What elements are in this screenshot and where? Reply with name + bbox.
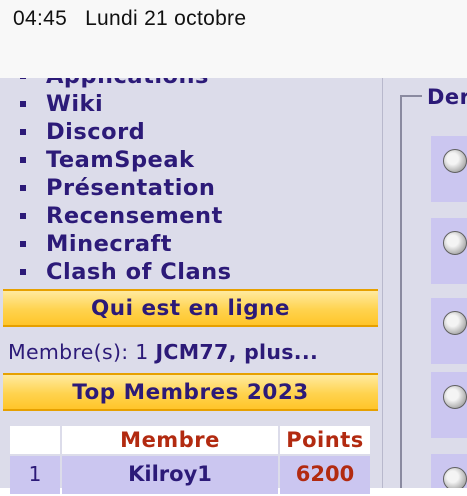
rank-cell: 1 xyxy=(10,456,60,494)
nav-item-recensement[interactable]: Recensement xyxy=(0,202,382,230)
table-header-row: Membre Points xyxy=(10,426,370,454)
table-row: 1 Kilroy1 6200 xyxy=(10,456,370,494)
post-item[interactable] xyxy=(431,298,467,364)
nav-link-presentation[interactable]: Présentation xyxy=(46,175,215,201)
topic-icon xyxy=(443,311,467,335)
post-item[interactable] xyxy=(431,136,467,202)
nav-item-clash-of-clans[interactable]: Clash of Clans xyxy=(0,258,382,286)
online-header: Qui est en ligne xyxy=(3,289,378,327)
points-cell: 6200 xyxy=(280,456,370,494)
bullet-icon xyxy=(20,241,26,247)
column-header-rank xyxy=(10,426,60,454)
online-member-link[interactable]: JCM77 xyxy=(155,340,228,364)
bullet-icon xyxy=(20,157,26,163)
fieldset-border-top xyxy=(400,95,422,97)
status-bar: 04:45 Lundi 21 octobre xyxy=(0,0,467,78)
nav-link-applications[interactable]: Applications xyxy=(46,78,209,89)
status-date: Lundi 21 octobre xyxy=(85,7,247,30)
nav-list: Applications Wiki Discord TeamSpeak Prés… xyxy=(0,78,382,286)
nav-link-clash-of-clans[interactable]: Clash of Clans xyxy=(46,259,232,285)
nav-item-applications[interactable]: Applications xyxy=(0,78,382,90)
top-members-header: Top Membres 2023 xyxy=(3,373,378,411)
status-time-date: 04:45 Lundi 21 octobre xyxy=(13,7,246,31)
column-header-points: Points xyxy=(280,426,370,454)
member-cell[interactable]: Kilroy1 xyxy=(62,456,278,494)
nav-item-minecraft[interactable]: Minecraft xyxy=(0,230,382,258)
online-more-link[interactable]: , plus... xyxy=(229,340,319,364)
column-header-member: Membre xyxy=(62,426,278,454)
recent-posts-panel: Der xyxy=(383,78,467,488)
bullet-icon xyxy=(20,129,26,135)
post-item[interactable] xyxy=(431,218,467,284)
bullet-icon xyxy=(20,269,26,275)
bullet-icon xyxy=(20,101,26,107)
nav-link-wiki[interactable]: Wiki xyxy=(46,91,103,117)
fieldset-border xyxy=(400,95,402,488)
online-members-label: Membre(s): 1 xyxy=(8,340,149,364)
post-item[interactable] xyxy=(431,454,467,488)
panel-legend: Der xyxy=(427,85,467,109)
nav-item-discord[interactable]: Discord xyxy=(0,118,382,146)
topic-icon xyxy=(443,385,467,409)
nav-link-minecraft[interactable]: Minecraft xyxy=(46,231,172,257)
top-members-table: Membre Points 1 Kilroy1 6200 xyxy=(8,424,372,496)
topic-icon xyxy=(443,231,467,255)
bullet-icon xyxy=(20,213,26,219)
online-members-line: Membre(s): 1 JCM77, plus... xyxy=(8,340,318,364)
nav-link-discord[interactable]: Discord xyxy=(46,119,145,145)
bullet-icon xyxy=(20,185,26,191)
bullet-icon xyxy=(20,78,26,79)
post-item[interactable] xyxy=(431,372,467,438)
post-list xyxy=(431,136,467,488)
topic-icon xyxy=(443,149,467,173)
nav-item-presentation[interactable]: Présentation xyxy=(0,174,382,202)
nav-link-teamspeak[interactable]: TeamSpeak xyxy=(46,147,194,173)
status-time: 04:45 xyxy=(13,7,68,30)
nav-item-wiki[interactable]: Wiki xyxy=(0,90,382,118)
nav-link-recensement[interactable]: Recensement xyxy=(46,203,223,229)
topic-icon xyxy=(443,467,467,488)
nav-item-teamspeak[interactable]: TeamSpeak xyxy=(0,146,382,174)
